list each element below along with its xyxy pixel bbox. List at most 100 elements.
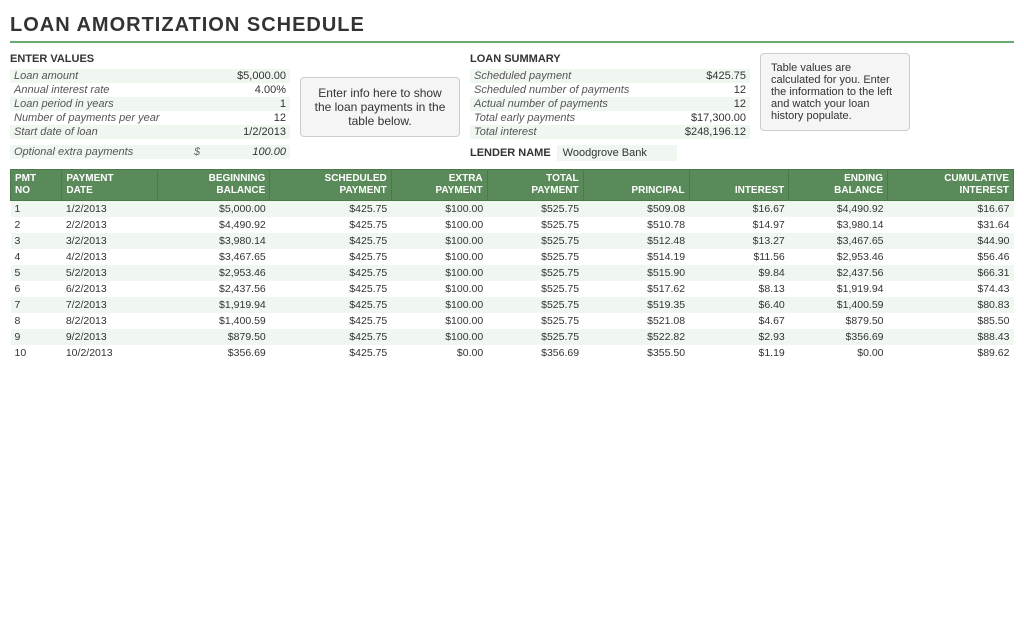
cell-2: $2,437.56 <box>158 281 270 297</box>
cell-5: $525.75 <box>487 201 583 218</box>
cell-9: $88.43 <box>888 329 1014 345</box>
cell-4: $100.00 <box>391 201 487 218</box>
cell-7: $2.93 <box>689 329 789 345</box>
ev-label: Loan amount <box>10 69 190 83</box>
cell-0: 10 <box>11 345 62 361</box>
cell-3: $425.75 <box>270 329 392 345</box>
cell-5: $356.69 <box>487 345 583 361</box>
cell-7: $9.84 <box>689 265 789 281</box>
col-header-6: PRINCIPAL <box>583 170 689 201</box>
ls-value: $248,196.12 <box>670 125 750 139</box>
col-header-7: INTEREST <box>689 170 789 201</box>
cell-3: $425.75 <box>270 313 392 329</box>
ls-label: Actual number of payments <box>470 97 670 111</box>
loan-summary-section: LOAN SUMMARY Scheduled payment$425.75Sch… <box>470 53 750 161</box>
tip-bubble: Table values are calculated for you. Ent… <box>760 53 910 131</box>
cell-9: $44.90 <box>888 233 1014 249</box>
cell-1: 10/2/2013 <box>62 345 158 361</box>
cell-1: 2/2/2013 <box>62 217 158 233</box>
cell-1: 9/2/2013 <box>62 329 158 345</box>
ev-row: Number of payments per year12 <box>10 111 290 125</box>
table-row: 44/2/2013$3,467.65$425.75$100.00$525.75$… <box>11 249 1014 265</box>
cell-0: 3 <box>11 233 62 249</box>
col-header-8: ENDINGBALANCE <box>789 170 888 201</box>
cell-7: $16.67 <box>689 201 789 218</box>
ev-label: Annual interest rate <box>10 83 190 97</box>
cell-4: $100.00 <box>391 265 487 281</box>
cell-6: $509.08 <box>583 201 689 218</box>
ev-value: 1/2/2013 <box>190 125 290 139</box>
cell-3: $425.75 <box>270 281 392 297</box>
cell-3: $425.75 <box>270 201 392 218</box>
col-header-5: TOTALPAYMENT <box>487 170 583 201</box>
cell-2: $2,953.46 <box>158 265 270 281</box>
cell-8: $1,400.59 <box>789 297 888 313</box>
loan-summary-table: Scheduled payment$425.75Scheduled number… <box>470 69 750 139</box>
cell-6: $521.08 <box>583 313 689 329</box>
table-row: 33/2/2013$3,980.14$425.75$100.00$525.75$… <box>11 233 1014 249</box>
cell-5: $525.75 <box>487 281 583 297</box>
cell-1: 8/2/2013 <box>62 313 158 329</box>
table-row: 22/2/2013$4,490.92$425.75$100.00$525.75$… <box>11 217 1014 233</box>
cell-1: 5/2/2013 <box>62 265 158 281</box>
cell-6: $522.82 <box>583 329 689 345</box>
cell-8: $1,919.94 <box>789 281 888 297</box>
cell-4: $0.00 <box>391 345 487 361</box>
cell-4: $100.00 <box>391 249 487 265</box>
cell-1: 1/2/2013 <box>62 201 158 218</box>
cell-0: 9 <box>11 329 62 345</box>
cell-6: $519.35 <box>583 297 689 313</box>
cell-7: $11.56 <box>689 249 789 265</box>
col-header-1: PAYMENTDATE <box>62 170 158 201</box>
cell-2: $1,400.59 <box>158 313 270 329</box>
table-row: 11/2/2013$5,000.00$425.75$100.00$525.75$… <box>11 201 1014 218</box>
col-header-3: SCHEDULEDPAYMENT <box>270 170 392 201</box>
ev-label: Number of payments per year <box>10 111 190 125</box>
cell-9: $89.62 <box>888 345 1014 361</box>
cell-6: $355.50 <box>583 345 689 361</box>
cell-4: $100.00 <box>391 281 487 297</box>
table-row: 77/2/2013$1,919.94$425.75$100.00$525.75$… <box>11 297 1014 313</box>
cell-0: 4 <box>11 249 62 265</box>
extra-payment-symbol: $ <box>190 145 206 159</box>
cell-6: $512.48 <box>583 233 689 249</box>
cell-9: $74.43 <box>888 281 1014 297</box>
cell-7: $8.13 <box>689 281 789 297</box>
cell-5: $525.75 <box>487 249 583 265</box>
cell-3: $425.75 <box>270 249 392 265</box>
ls-value: $17,300.00 <box>670 111 750 125</box>
col-header-4: EXTRAPAYMENT <box>391 170 487 201</box>
cell-8: $879.50 <box>789 313 888 329</box>
cell-6: $514.19 <box>583 249 689 265</box>
ls-label: Total interest <box>470 125 670 139</box>
enter-values-table: Loan amount$5,000.00Annual interest rate… <box>10 69 290 139</box>
cell-1: 4/2/2013 <box>62 249 158 265</box>
extra-payment-table: Optional extra payments $ 100.00 <box>10 145 290 159</box>
cell-8: $4,490.92 <box>789 201 888 218</box>
cell-3: $425.75 <box>270 233 392 249</box>
cell-5: $525.75 <box>487 313 583 329</box>
cell-4: $100.00 <box>391 329 487 345</box>
amortization-table: PMTNOPAYMENTDATEBEGINNINGBALANCESCHEDULE… <box>10 169 1014 361</box>
cell-1: 6/2/2013 <box>62 281 158 297</box>
lender-value: Woodgrove Bank <box>557 145 677 161</box>
lender-row: LENDER NAME Woodgrove Bank <box>470 145 750 161</box>
ls-row: Total early payments$17,300.00 <box>470 111 750 125</box>
table-row: 99/2/2013$879.50$425.75$100.00$525.75$52… <box>11 329 1014 345</box>
ev-row: Loan amount$5,000.00 <box>10 69 290 83</box>
cell-2: $879.50 <box>158 329 270 345</box>
cell-9: $80.83 <box>888 297 1014 313</box>
cell-2: $3,980.14 <box>158 233 270 249</box>
table-row: 66/2/2013$2,437.56$425.75$100.00$525.75$… <box>11 281 1014 297</box>
cell-3: $425.75 <box>270 345 392 361</box>
table-row: 55/2/2013$2,953.46$425.75$100.00$525.75$… <box>11 265 1014 281</box>
table-row: 1010/2/2013$356.69$425.75$0.00$356.69$35… <box>11 345 1014 361</box>
cell-8: $2,953.46 <box>789 249 888 265</box>
cell-0: 2 <box>11 217 62 233</box>
ls-value: $425.75 <box>670 69 750 83</box>
ev-value: 4.00% <box>190 83 290 97</box>
cell-9: $85.50 <box>888 313 1014 329</box>
ev-row: Loan period in years1 <box>10 97 290 111</box>
cell-5: $525.75 <box>487 217 583 233</box>
cell-6: $515.90 <box>583 265 689 281</box>
